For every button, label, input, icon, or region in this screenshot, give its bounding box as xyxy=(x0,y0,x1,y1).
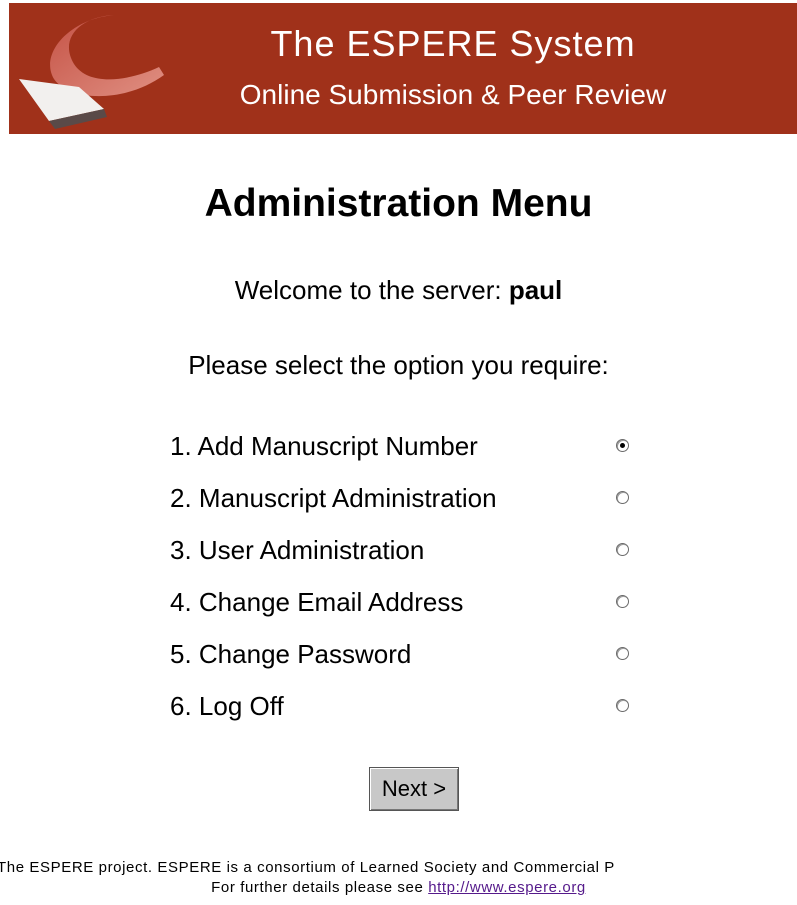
footer-details: For further details please see http://ww… xyxy=(0,878,797,898)
option-label: 4. Change Email Address xyxy=(170,587,464,617)
header-banner: The ESPERE System Online Submission & Pe… xyxy=(9,3,797,134)
footer-consortium-text: The ESPERE project. ESPERE is a consorti… xyxy=(0,859,615,876)
option-radio-log-off[interactable] xyxy=(616,699,629,712)
selection-prompt: Please select the option you require: xyxy=(188,350,609,380)
option-radio-manuscript-administration[interactable] xyxy=(616,491,629,504)
next-button[interactable]: Next > xyxy=(369,767,459,811)
option-row-log-off[interactable]: 6. Log Off xyxy=(170,686,640,726)
site-title: The ESPERE System xyxy=(270,23,636,64)
option-radio-user-administration[interactable] xyxy=(616,543,629,556)
welcome-text: Welcome to the server: xyxy=(234,275,509,305)
option-label: 6. Log Off xyxy=(170,691,284,721)
option-row-change-password[interactable]: 5. Change Password xyxy=(170,634,640,674)
espere-logo-icon xyxy=(19,15,165,129)
site-subtitle: Online Submission & Peer Review xyxy=(239,79,667,110)
welcome-message: Welcome to the server: paul xyxy=(0,275,797,306)
option-label: 2. Manuscript Administration xyxy=(170,483,497,513)
espere-website-link[interactable]: http://www.espere.org xyxy=(428,879,586,896)
option-label: 3. User Administration xyxy=(170,535,425,565)
username: paul xyxy=(508,275,563,305)
page-title: Administration Menu xyxy=(204,182,593,225)
option-row-manuscript-administration[interactable]: 2. Manuscript Administration xyxy=(170,478,640,518)
footer: The ESPERE project. ESPERE is a consorti… xyxy=(0,858,797,898)
option-row-user-administration[interactable]: 3. User Administration xyxy=(170,530,640,570)
option-label: 1. Add Manuscript Number xyxy=(170,431,478,461)
footer-details-text: For further details please see xyxy=(211,879,429,896)
option-radio-change-password[interactable] xyxy=(616,647,629,660)
option-radio-add-manuscript-number[interactable] xyxy=(616,439,629,452)
option-radio-change-email-address[interactable] xyxy=(616,595,629,608)
option-label: 5. Change Password xyxy=(170,639,412,669)
option-row-add-manuscript-number[interactable]: 1. Add Manuscript Number xyxy=(170,426,640,466)
option-row-change-email-address[interactable]: 4. Change Email Address xyxy=(170,582,640,622)
